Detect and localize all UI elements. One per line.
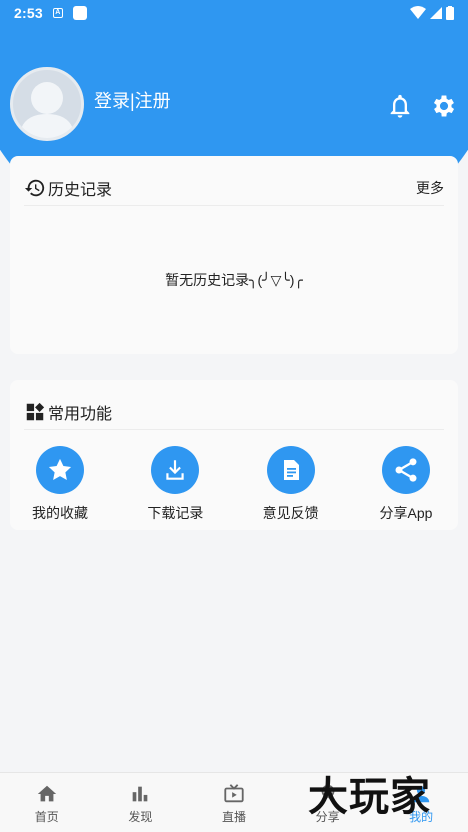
- downloads-label: 下载记录: [147, 505, 204, 521]
- nav-discover-label: 发现: [128, 810, 153, 824]
- download-icon: [151, 446, 200, 494]
- history-title: 历史记录: [48, 181, 113, 199]
- feedback-button[interactable]: 意见反馈: [251, 446, 331, 523]
- gear-icon[interactable]: [430, 92, 458, 120]
- functions-card: 常用功能 我的收藏 下载记录 意见反馈 分享App: [10, 380, 458, 530]
- watermark-logo: 大玩家: [308, 773, 431, 820]
- bar-chart-icon: [133, 786, 148, 802]
- default-avatar-icon: [19, 82, 75, 138]
- nav-home-label: 首页: [34, 810, 59, 824]
- battery-icon: [446, 6, 454, 20]
- avatar[interactable]: [10, 67, 84, 141]
- widgets-icon: [26, 402, 45, 420]
- status-bar: 2:53 A: [0, 0, 468, 26]
- nav-live[interactable]: 直播: [187, 773, 281, 832]
- signal-icon: [430, 7, 442, 19]
- history-header: 历史记录 更多: [24, 170, 444, 206]
- star-icon: [36, 446, 84, 494]
- share-app-button[interactable]: 分享App: [366, 446, 446, 523]
- feedback-label: 意见反馈: [262, 505, 319, 521]
- home-icon: [37, 785, 56, 802]
- tv-icon: [224, 784, 244, 803]
- profile-header: 登录|注册: [10, 67, 458, 141]
- functions-header: 常用功能: [24, 394, 444, 430]
- status-time: 2:53: [14, 5, 43, 21]
- functions-title: 常用功能: [48, 405, 113, 423]
- favorites-label: 我的收藏: [32, 505, 88, 521]
- nav-discover[interactable]: 发现: [94, 773, 188, 832]
- history-empty-message: 暂无历史记录╮(╯▽╰)╭: [165, 272, 303, 288]
- history-card: 历史记录 更多 暂无历史记录╮(╯▽╰)╭: [10, 156, 458, 354]
- history-icon: [24, 179, 45, 196]
- nav-home[interactable]: 首页: [0, 773, 94, 832]
- history-more-link[interactable]: 更多: [416, 178, 444, 198]
- wifi-icon: [410, 6, 426, 19]
- status-notification-icon: [72, 6, 87, 20]
- nav-live-label: 直播: [221, 810, 246, 824]
- share-app-label: 分享App: [379, 505, 433, 521]
- bell-icon[interactable]: [386, 92, 414, 120]
- favorites-button[interactable]: 我的收藏: [20, 446, 100, 523]
- downloads-button[interactable]: 下载记录: [135, 446, 215, 523]
- document-icon: [266, 446, 315, 494]
- share-icon: [381, 446, 430, 494]
- login-register-link[interactable]: 登录|注册: [94, 87, 171, 113]
- status-app-icon: A: [52, 8, 63, 18]
